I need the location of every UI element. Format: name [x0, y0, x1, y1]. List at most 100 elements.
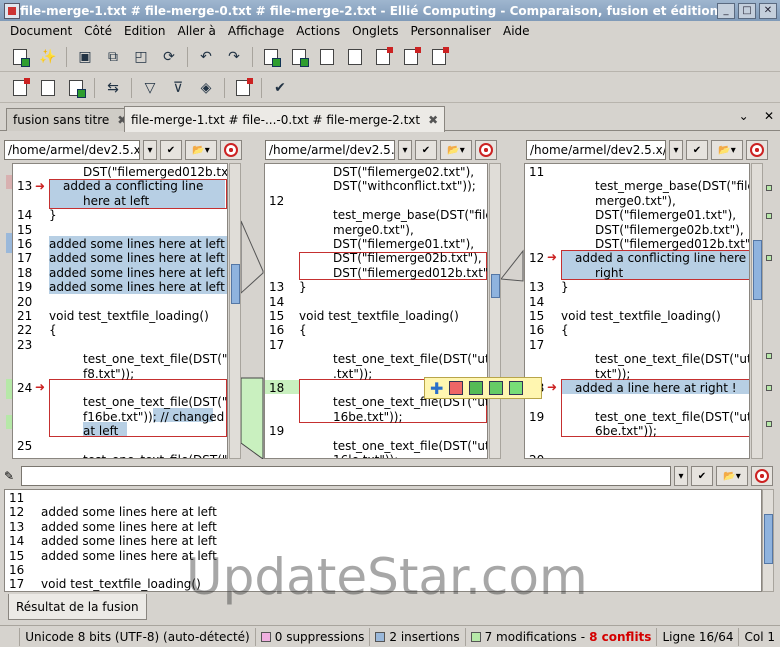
maximize-button[interactable]: □	[738, 2, 756, 19]
right-path-input[interactable]: /home/armel/dev2.5.x/file	[526, 140, 666, 160]
menu-cote[interactable]: Côté	[84, 24, 112, 38]
take-middle-button[interactable]	[36, 77, 60, 99]
left-target-button[interactable]	[220, 140, 242, 160]
menu-affichage[interactable]: Affichage	[228, 24, 284, 38]
add-icon[interactable]: ✚	[430, 379, 443, 398]
result-scrollbar[interactable]	[762, 489, 774, 592]
menu-aide[interactable]: Aide	[503, 24, 530, 38]
floating-merge-toolbar: ✚	[424, 377, 542, 399]
gutter-mark	[766, 421, 772, 427]
refresh-button[interactable]: ⟳	[157, 46, 181, 68]
left-scrollbar[interactable]	[229, 163, 241, 459]
right-validate-button[interactable]: ✔	[686, 140, 708, 160]
close-tab-icon[interactable]: ✖	[428, 113, 438, 127]
left-open-button[interactable]: 📂▾	[185, 140, 217, 160]
scroll-thumb[interactable]	[231, 264, 240, 304]
scroll-thumb[interactable]	[764, 514, 773, 564]
target-icon	[750, 143, 764, 157]
middle-code-pane[interactable]: DST("filemerge02.txt"), DST("withconflict…	[264, 163, 488, 459]
left-path-dropdown[interactable]: ▾	[143, 140, 157, 160]
take-left-merge-icon[interactable]	[449, 381, 464, 395]
first-diff-button[interactable]	[259, 46, 283, 68]
right-open-button[interactable]: 📂▾	[711, 140, 743, 160]
last-diff-button[interactable]	[343, 46, 367, 68]
tab-file-merge[interactable]: file-merge-1.txt # file-...-0.txt # file…	[124, 106, 446, 132]
status-suppressions: 0 suppressions	[256, 627, 371, 646]
result-path-dropdown[interactable]: ▾	[674, 466, 688, 486]
tab-untitled-merge[interactable]: fusion sans titre ✖	[6, 108, 135, 131]
right-path-dropdown[interactable]: ▾	[669, 140, 683, 160]
folder-open-icon: 📂▾	[718, 144, 736, 156]
next-conflict-button[interactable]	[371, 46, 395, 68]
take-right-merge-icon[interactable]	[489, 381, 504, 395]
take-right-icon	[69, 79, 86, 98]
right-overview-gutter[interactable]	[766, 163, 772, 459]
take-left-icon	[13, 77, 30, 96]
middle-open-button[interactable]: 📂▾	[440, 140, 472, 160]
last-conflict-button[interactable]	[427, 46, 451, 68]
line-text: added some lines here at left	[49, 251, 225, 266]
tab-list-icon[interactable]: ⌄	[739, 109, 749, 123]
undo-button[interactable]: ↶	[194, 46, 218, 68]
middle-target-button[interactable]	[475, 140, 497, 160]
line-number: 12	[269, 193, 285, 208]
menu-onglets[interactable]: Onglets	[352, 24, 398, 38]
take-middle-merge-icon[interactable]	[469, 381, 484, 395]
middle-validate-button[interactable]: ✔	[415, 140, 437, 160]
filter-button[interactable]: ▽	[138, 77, 162, 99]
tag-button[interactable]: ◈	[194, 77, 218, 99]
menu-edition[interactable]: Edition	[124, 24, 166, 38]
prev-diff-button[interactable]	[315, 46, 339, 68]
menu-actions[interactable]: Actions	[296, 24, 340, 38]
prev-conflict-button[interactable]	[399, 46, 423, 68]
middle-path-dropdown[interactable]: ▾	[398, 140, 412, 160]
conflicts-label: 8 conflits	[589, 629, 652, 644]
line-text: DST("filemerged012b.txt")	[83, 165, 228, 179]
middle-scrollbar[interactable]	[489, 163, 501, 459]
prev-conflict-icon	[404, 46, 421, 65]
line-text: added some lines here at left	[49, 280, 225, 295]
tab-merge-result[interactable]: Résultat de la fusion	[8, 594, 147, 620]
new-compare-button[interactable]	[8, 46, 32, 68]
save-all-button[interactable]: ⧉	[101, 46, 125, 68]
take-all-merge-icon[interactable]	[509, 381, 524, 395]
middle-path-input[interactable]: /home/armel/dev2.5.x/f	[265, 140, 395, 160]
scroll-thumb[interactable]	[753, 240, 762, 300]
tab-bar: fusion sans titre ✖ file-merge-1.txt # f…	[0, 105, 780, 132]
result-validate-button[interactable]: ✔	[691, 466, 713, 486]
right-code-pane[interactable]: ➜ ➜ 11 test_merge_base(DST("file merge0.tx…	[524, 163, 750, 459]
take-left-button[interactable]	[8, 77, 32, 99]
menu-aller-a[interactable]: Aller à	[178, 24, 216, 38]
take-middle-icon	[41, 79, 55, 96]
line-number: 21	[17, 309, 33, 323]
wizard-button[interactable]: ✨	[36, 46, 60, 68]
compare-options-button[interactable]	[231, 77, 255, 99]
right-target-button[interactable]	[746, 140, 768, 160]
validate-button[interactable]: ✔	[268, 77, 292, 99]
take-right-button[interactable]	[64, 77, 88, 99]
checkmark-icon: ✔	[274, 79, 286, 96]
close-window-button[interactable]: ✕	[759, 2, 777, 19]
suppression-swatch	[260, 631, 271, 642]
result-target-button[interactable]	[751, 466, 773, 486]
line-number: 24	[17, 381, 33, 395]
left-path-input[interactable]: /home/armel/dev2.5.x/	[4, 140, 140, 160]
result-path-input[interactable]	[21, 466, 671, 486]
save-button[interactable]: ▣	[73, 46, 97, 68]
left-code-pane[interactable]: ➜ ➜ DST("filemerged012b.txt") 13 added a c…	[12, 163, 228, 459]
filter-clear-button[interactable]: ⊽	[166, 77, 190, 99]
scroll-thumb[interactable]	[491, 274, 500, 298]
menu-document[interactable]: Document	[10, 24, 72, 38]
checkmark-icon: ✔	[166, 144, 176, 156]
result-open-button[interactable]: 📂▾	[716, 466, 748, 486]
minimize-button[interactable]: _	[717, 2, 735, 19]
left-validate-button[interactable]: ✔	[160, 140, 182, 160]
right-scrollbar[interactable]	[751, 163, 763, 459]
menu-personnaliser[interactable]: Personnaliser	[410, 24, 491, 38]
redo-button[interactable]: ↷	[222, 46, 246, 68]
close-all-tabs-icon[interactable]: ✕	[764, 109, 774, 123]
toolbar-separator	[187, 46, 188, 67]
sync-scroll-button[interactable]: ⇆	[101, 77, 125, 99]
next-diff-button[interactable]	[287, 46, 311, 68]
save-as-button[interactable]: ◰	[129, 46, 153, 68]
